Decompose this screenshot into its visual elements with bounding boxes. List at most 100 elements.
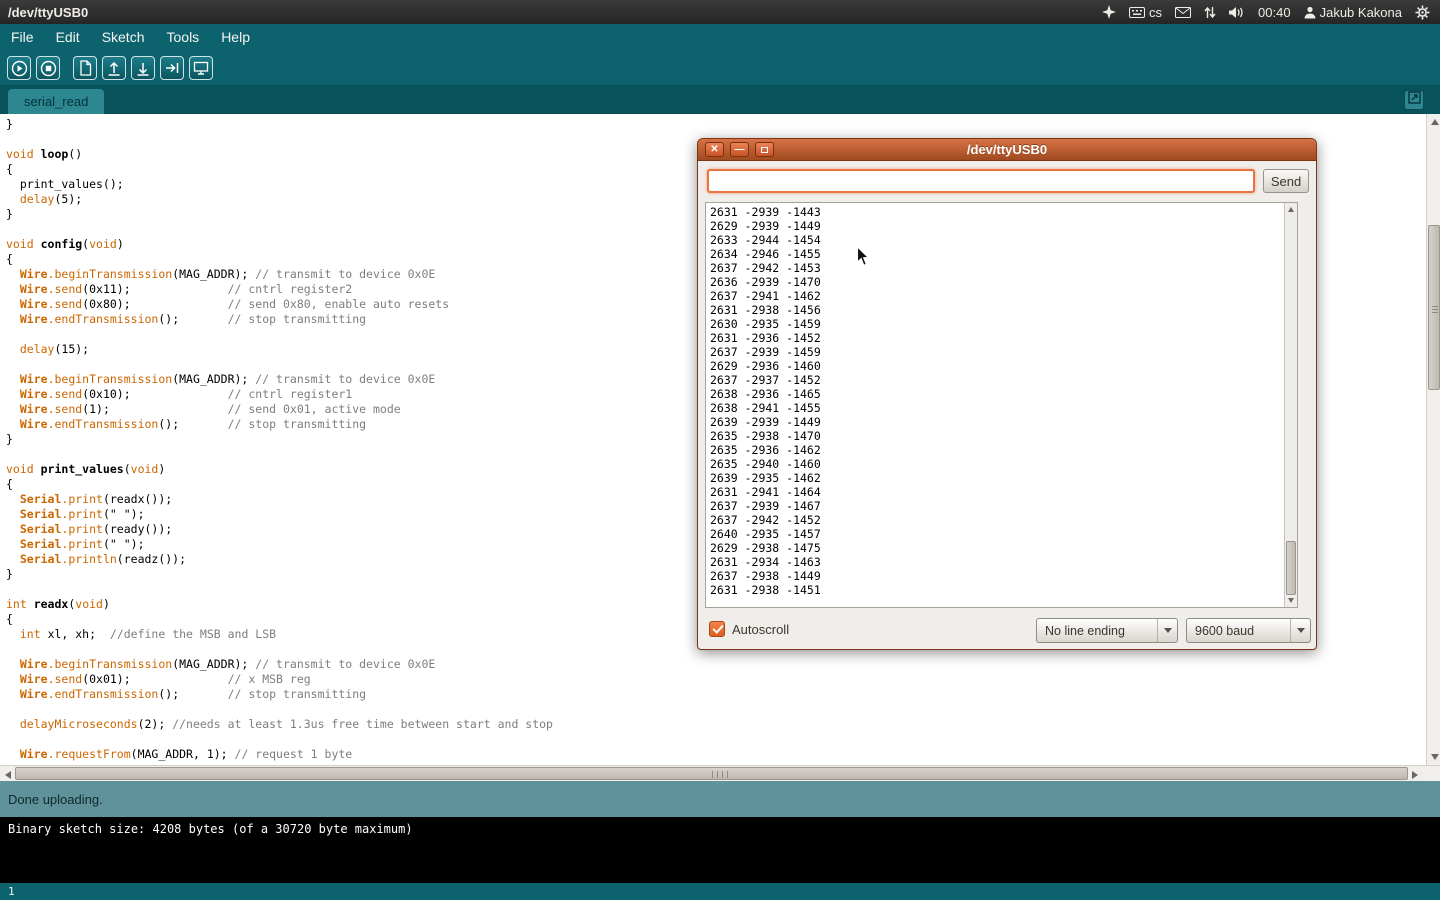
- menu-item-file[interactable]: File: [0, 24, 45, 51]
- serial-output-area: 2631 -2939 -14432629 -2939 -14492633 -29…: [705, 202, 1298, 608]
- scroll-up-arrow[interactable]: [1288, 207, 1294, 212]
- line-number: 1: [8, 885, 15, 898]
- serial-bottom-bar: Autoscroll No line ending 9600 baud: [698, 617, 1316, 643]
- serial-window-titlebar[interactable]: ✕ — /dev/ttyUSB0: [698, 139, 1316, 161]
- serial-line: 2637 -2937 -1452: [710, 373, 1280, 387]
- chevron-down-icon[interactable]: [1157, 619, 1177, 642]
- save-button[interactable]: [131, 56, 155, 80]
- autoscroll-label: Autoscroll: [732, 622, 789, 637]
- code-line: delayMicroseconds(2); //needs at least 1…: [6, 717, 1426, 732]
- chevron-down-icon[interactable]: [1290, 619, 1310, 642]
- save-icon: [135, 60, 151, 76]
- menu-item-help[interactable]: Help: [210, 24, 261, 51]
- serial-line: 2629 -2936 -1460: [710, 359, 1280, 373]
- line-ending-dropdown[interactable]: No line ending: [1036, 618, 1178, 643]
- serial-line: 2637 -2942 -1452: [710, 513, 1280, 527]
- verify-button[interactable]: [7, 56, 31, 80]
- system-tray: cs 00:40 Jakub Kakona: [1102, 5, 1440, 20]
- minimize-icon[interactable]: —: [730, 142, 749, 157]
- scroll-grip: [710, 771, 730, 778]
- line-number-strip: 1: [0, 883, 1440, 900]
- tab-label: serial_read: [24, 94, 88, 109]
- serial-line: 2637 -2939 -1459: [710, 345, 1280, 359]
- code-line: [6, 732, 1426, 747]
- tab-bar: serial_read: [0, 85, 1440, 114]
- serial-line: 2635 -2940 -1460: [710, 457, 1280, 471]
- scroll-down-arrow[interactable]: [1431, 754, 1439, 760]
- maximize-icon[interactable]: [755, 142, 774, 157]
- keyboard-layout-label: cs: [1149, 5, 1162, 20]
- autoscroll-checkbox[interactable]: [709, 621, 725, 637]
- serial-line: 2629 -2938 -1475: [710, 541, 1280, 555]
- line-ending-value: No line ending: [1045, 619, 1125, 642]
- mouse-cursor: [856, 246, 870, 273]
- tab-menu-button[interactable]: [1404, 90, 1424, 110]
- menu-item-sketch[interactable]: Sketch: [91, 24, 156, 51]
- upload-icon: [164, 60, 180, 76]
- menu-item-tools[interactable]: Tools: [156, 24, 211, 51]
- serial-line: 2637 -2942 -1453: [710, 261, 1280, 275]
- serial-line: 2637 -2939 -1467: [710, 499, 1280, 513]
- mail-icon[interactable]: [1175, 7, 1191, 18]
- editor-vertical-scrollbar[interactable]: [1426, 114, 1440, 765]
- close-icon[interactable]: ✕: [705, 142, 724, 157]
- code-line: }: [6, 117, 1426, 132]
- scroll-down-arrow[interactable]: [1288, 598, 1294, 603]
- serial-line: 2631 -2939 -1443: [710, 205, 1280, 219]
- stop-button[interactable]: [36, 56, 60, 80]
- stop-icon: [40, 60, 57, 77]
- console-text: Binary sketch size: 4208 bytes (of a 307…: [8, 822, 413, 836]
- upload-button[interactable]: [160, 56, 184, 80]
- editor-horizontal-scrollbar[interactable]: [0, 765, 1440, 781]
- open-icon: [106, 60, 122, 76]
- verify-icon: [11, 60, 28, 77]
- serial-line: 2629 -2939 -1449: [710, 219, 1280, 233]
- user-menu[interactable]: Jakub Kakona: [1304, 5, 1402, 20]
- serial-scrollbar[interactable]: [1284, 203, 1297, 607]
- serial-line: 2631 -2938 -1451: [710, 583, 1280, 597]
- code-line: [6, 702, 1426, 717]
- open-button[interactable]: [102, 56, 126, 80]
- window-title: /dev/ttyUSB0: [0, 5, 88, 20]
- system-top-bar: /dev/ttyUSB0 cs 00:40 Jakub Kakona: [0, 0, 1440, 24]
- menu-bar-items: FileEditSketchToolsHelp: [0, 24, 1440, 51]
- editor-hscroll-thumb[interactable]: [15, 767, 1408, 780]
- scroll-left-arrow[interactable]: [5, 771, 11, 779]
- clock-label[interactable]: 00:40: [1258, 5, 1291, 20]
- tab-menu-icon: [1408, 91, 1421, 109]
- serial-line: 2631 -2934 -1463: [710, 555, 1280, 569]
- scroll-up-arrow[interactable]: [1431, 119, 1439, 125]
- sync-arrows-icon[interactable]: [1204, 6, 1216, 19]
- serial-send-input[interactable]: [707, 169, 1255, 193]
- send-button[interactable]: Send: [1263, 169, 1309, 193]
- serial-line: 2634 -2946 -1455: [710, 247, 1280, 261]
- keyboard-icon: [1129, 7, 1145, 18]
- serial-line: 2631 -2941 -1464: [710, 485, 1280, 499]
- serial-line: 2631 -2936 -1452: [710, 331, 1280, 345]
- user-name-label: Jakub Kakona: [1320, 5, 1402, 20]
- serial-line: 2640 -2935 -1457: [710, 527, 1280, 541]
- code-line: Wire.send(0x01); // x MSB reg: [6, 672, 1426, 687]
- serial-monitor-button[interactable]: [189, 56, 213, 80]
- baud-rate-dropdown[interactable]: 9600 baud: [1186, 618, 1311, 643]
- editor-vscroll-thumb[interactable]: [1428, 225, 1440, 390]
- serial-line: 2638 -2936 -1465: [710, 387, 1280, 401]
- keyboard-indicator[interactable]: cs: [1129, 5, 1162, 20]
- tab-serial-read[interactable]: serial_read: [8, 89, 104, 114]
- gear-icon[interactable]: [1415, 5, 1430, 20]
- serial-output-text: 2631 -2939 -14432629 -2939 -14492633 -29…: [706, 203, 1284, 607]
- code-line: Wire.endTransmission(); // stop transmit…: [6, 687, 1426, 702]
- serial-line: 2637 -2938 -1449: [710, 569, 1280, 583]
- serial-line: 2639 -2939 -1449: [710, 415, 1280, 429]
- menu-item-edit[interactable]: Edit: [45, 24, 91, 51]
- scroll-right-arrow[interactable]: [1412, 771, 1418, 779]
- serial-line: 2636 -2939 -1470: [710, 275, 1280, 289]
- serial-monitor-window: ✕ — /dev/ttyUSB0 Send 2631 -2939 -144326…: [697, 138, 1317, 650]
- sparkle-icon[interactable]: [1102, 5, 1116, 19]
- serial-scroll-thumb[interactable]: [1286, 541, 1296, 595]
- serial-line: 2631 -2938 -1456: [710, 303, 1280, 317]
- serial-window-title: /dev/ttyUSB0: [698, 139, 1316, 161]
- new-sketch-button[interactable]: [73, 56, 97, 80]
- serial-line: 2635 -2936 -1462: [710, 443, 1280, 457]
- volume-icon[interactable]: [1229, 6, 1245, 19]
